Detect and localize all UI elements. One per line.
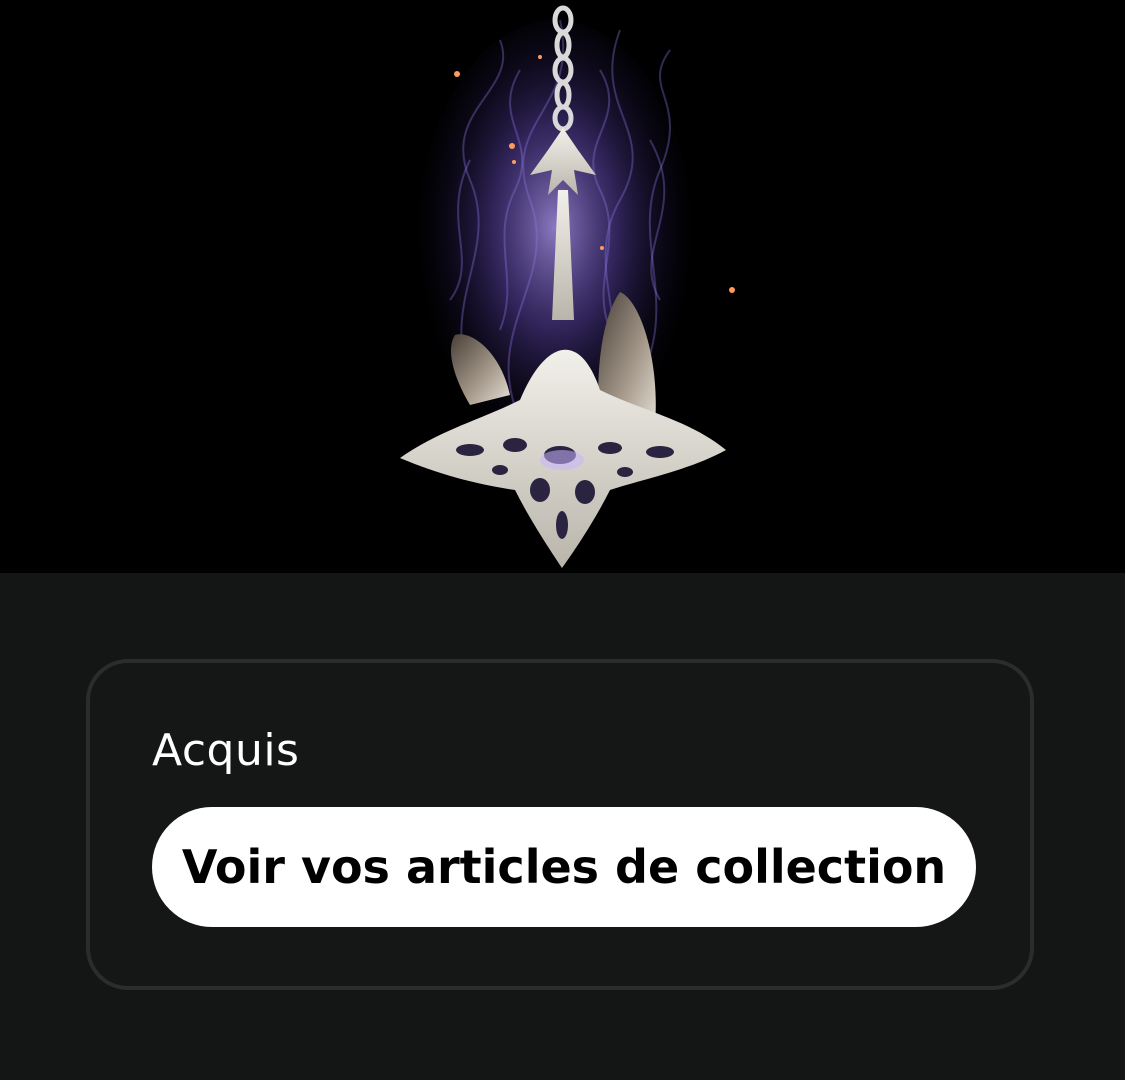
collectible-artwork-illustration: [400, 5, 735, 568]
core-light: [540, 450, 584, 470]
view-collectibles-button[interactable]: Voir vos articles de collection: [152, 807, 976, 927]
collectible-detail-page: Acquis Voir vos articles de collection: [0, 0, 1125, 1080]
collectible-hero-image: [0, 0, 1125, 573]
acquired-status-card: Acquis Voir vos articles de collection: [86, 659, 1034, 990]
acquired-status-label: Acquis: [152, 725, 300, 776]
